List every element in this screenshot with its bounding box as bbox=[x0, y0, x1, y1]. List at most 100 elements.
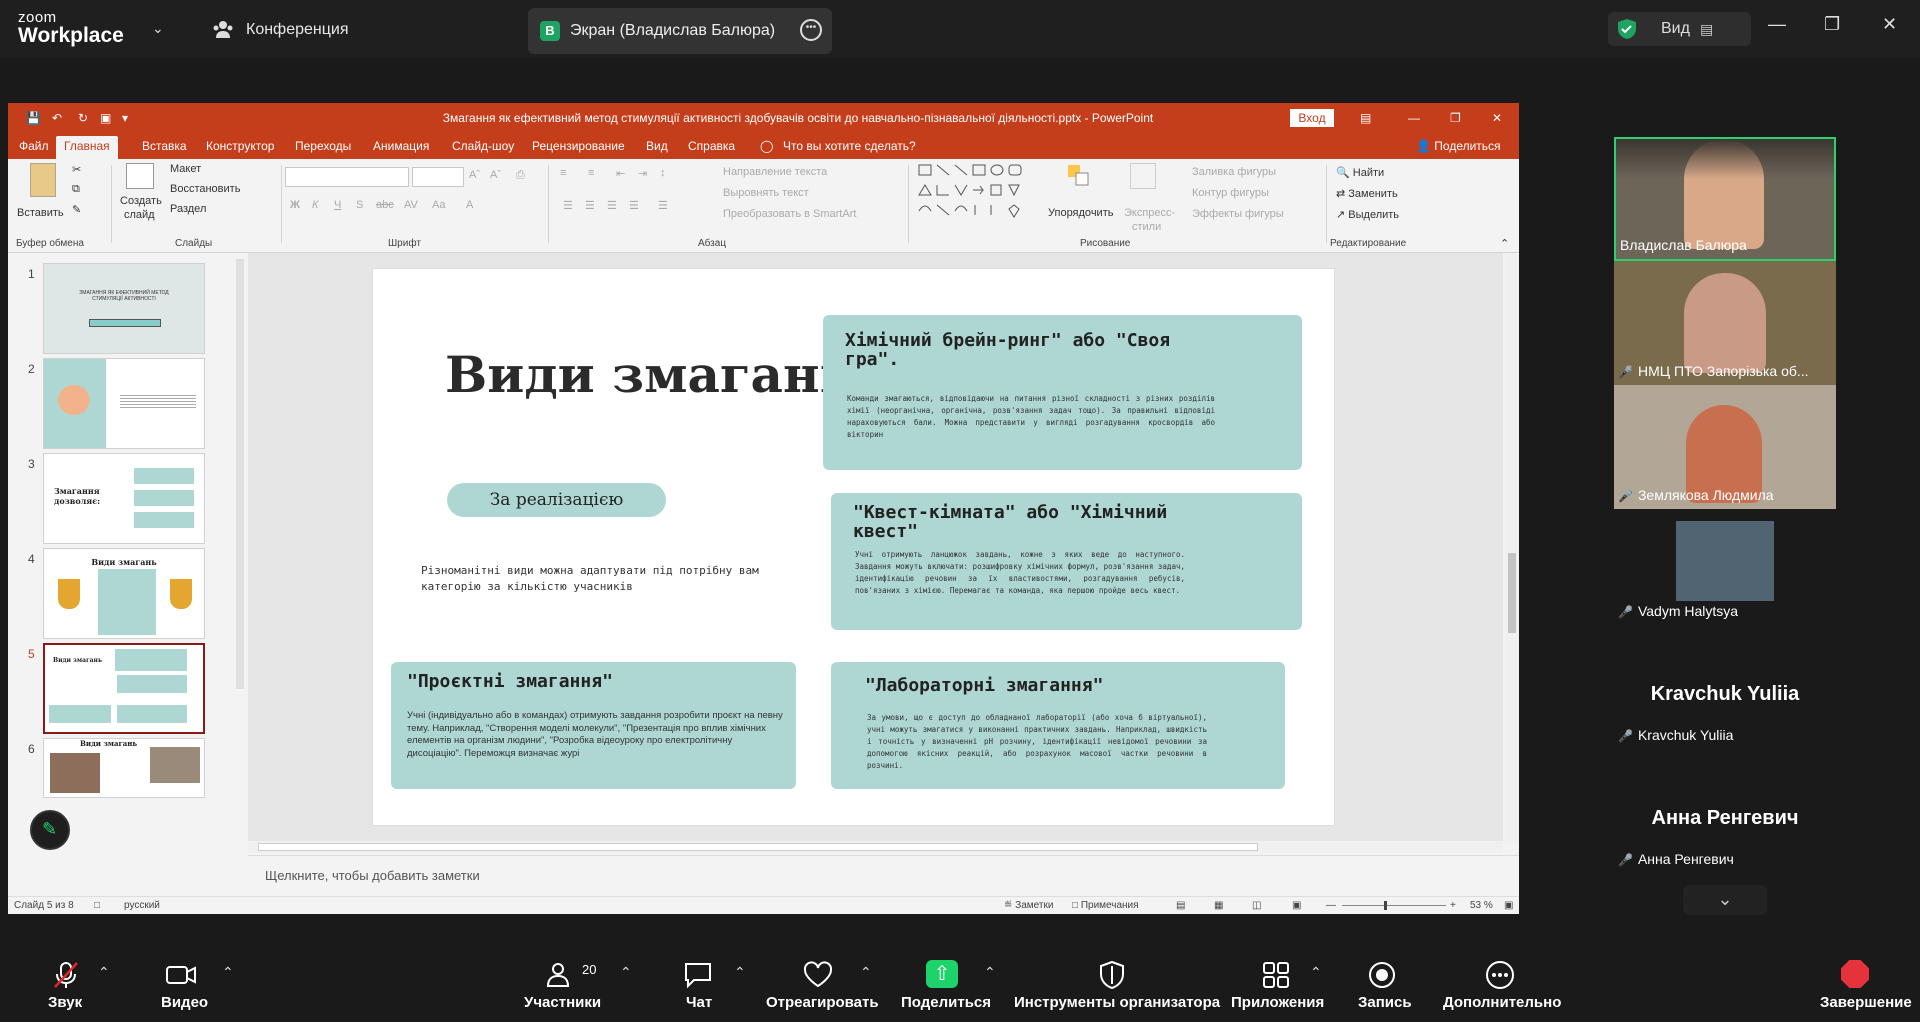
tab-help[interactable]: Справка bbox=[688, 139, 735, 153]
reset-button[interactable]: Восстановить bbox=[170, 183, 240, 195]
new-slide-label-2[interactable]: слайд bbox=[124, 209, 155, 221]
case-icon[interactable]: Aa bbox=[432, 199, 445, 211]
align-center-icon[interactable]: ☰ bbox=[585, 199, 595, 212]
collapse-ribbon-icon[interactable]: ⌃ bbox=[1500, 237, 1509, 250]
columns-icon[interactable]: ☰ bbox=[658, 199, 668, 212]
share-button[interactable]: 👤 Поделиться bbox=[1416, 139, 1501, 153]
restore-icon[interactable]: ❐ bbox=[1824, 14, 1840, 35]
more-label[interactable]: Дополнительно bbox=[1443, 994, 1561, 1011]
chat-icon[interactable] bbox=[682, 960, 714, 990]
shape-effects-button[interactable]: Эффекты фигуры bbox=[1192, 208, 1284, 220]
react-label[interactable]: Отреагировать bbox=[766, 994, 879, 1011]
close-icon[interactable]: ✕ bbox=[1882, 14, 1897, 35]
participants-icon[interactable] bbox=[545, 960, 577, 990]
apps-label[interactable]: Приложения bbox=[1231, 994, 1324, 1011]
font-size-select[interactable] bbox=[412, 167, 464, 187]
annotate-pen-button[interactable]: ✎ bbox=[30, 810, 70, 850]
indent-icon[interactable]: ⇥ bbox=[638, 167, 647, 180]
heart-icon[interactable] bbox=[802, 960, 834, 990]
tab-transitions[interactable]: Переходы bbox=[295, 139, 351, 153]
zoom-out-icon[interactable]: — bbox=[1326, 900, 1336, 911]
bullets-icon[interactable]: ≡ bbox=[560, 167, 566, 179]
numbering-icon[interactable]: ≡ bbox=[588, 167, 594, 179]
react-caret[interactable]: ⌃ bbox=[860, 964, 872, 981]
layout-button[interactable]: Макет bbox=[170, 163, 201, 175]
card-project-contests[interactable]: "Проєктні змагання" Учні (індивідуально … bbox=[391, 662, 796, 789]
tab-view[interactable]: Вид bbox=[646, 139, 668, 153]
slide-pill[interactable]: За реалізацією bbox=[447, 483, 666, 517]
zoom-slider[interactable] bbox=[1342, 901, 1446, 910]
video-tile[interactable]: 🎤 Vadym Halytsya bbox=[1614, 509, 1836, 633]
slide-thumbnail-5[interactable]: Види змагань bbox=[43, 643, 205, 734]
slide-title[interactable]: Види змагань bbox=[445, 345, 853, 404]
screen-share-tab[interactable]: В Экран (Владислав Балюра) ••• bbox=[528, 8, 832, 54]
thumb-scrollbar[interactable] bbox=[236, 259, 244, 689]
notes-pane[interactable]: Щелкните, чтобы добавить заметки bbox=[248, 855, 1519, 895]
apps-caret[interactable]: ⌃ bbox=[1310, 964, 1322, 981]
arrange-icon[interactable] bbox=[1066, 163, 1090, 187]
record-icon[interactable] bbox=[1366, 960, 1398, 990]
chat-caret[interactable]: ⌃ bbox=[734, 964, 746, 981]
mic-off-icon[interactable] bbox=[50, 960, 82, 990]
justify-icon[interactable]: ☰ bbox=[629, 199, 639, 212]
slide-thumbnail-3[interactable]: Змагання дозволяє: bbox=[43, 453, 205, 544]
apps-icon[interactable] bbox=[1260, 960, 1292, 990]
slide-thumbnail-2[interactable] bbox=[43, 358, 205, 449]
zoom-slider-thumb[interactable] bbox=[1384, 901, 1387, 910]
clear-format-icon[interactable]: ⎙ bbox=[516, 169, 525, 182]
card-lab-contests[interactable]: "Лабораторні змагання" За умови, що є до… bbox=[831, 662, 1285, 789]
align-right-icon[interactable]: ☰ bbox=[607, 199, 617, 212]
conference-label[interactable]: Конференция bbox=[246, 21, 349, 39]
chevron-down-icon[interactable]: ⌄ bbox=[1683, 885, 1767, 915]
video-tile[interactable]: 🎤 НМЦ ПТО Запорізька об... bbox=[1614, 261, 1836, 385]
align-text-button[interactable]: Выровнять текст bbox=[723, 187, 809, 199]
video-tile[interactable]: Kravchuk Yuliia 🎤 Kravchuk Yuliia bbox=[1614, 633, 1836, 757]
quick-styles-label-2[interactable]: стили bbox=[1132, 221, 1161, 233]
slide-subtitle[interactable]: Різноманітні види можна адаптувати під п… bbox=[421, 563, 801, 595]
save-icon[interactable]: 💾 bbox=[26, 111, 41, 125]
share-screen-icon[interactable]: ⇧ bbox=[926, 960, 958, 988]
font-color-icon[interactable]: A bbox=[466, 199, 473, 211]
shapes-gallery[interactable] bbox=[911, 161, 1043, 225]
tab-animations[interactable]: Анимация bbox=[373, 139, 429, 153]
paste-button[interactable]: Вставить bbox=[17, 207, 64, 219]
slide-thumbnail-1[interactable]: ЗМАГАННЯ ЯК ЕФЕКТИВНИЙ МЕТОД СТИМУЛЯЦІЇ … bbox=[43, 263, 205, 354]
find-button[interactable]: 🔍 Найти bbox=[1336, 166, 1384, 179]
share-caret[interactable]: ⌃ bbox=[984, 964, 996, 981]
participants-label[interactable]: Участники bbox=[524, 994, 601, 1011]
tab-review[interactable]: Рецензирование bbox=[532, 139, 625, 153]
customize-icon[interactable]: ▾ bbox=[122, 111, 128, 125]
fit-slide-icon[interactable]: ▣ bbox=[1504, 900, 1513, 911]
video-label[interactable]: Видео bbox=[161, 994, 208, 1011]
italic-icon[interactable]: К bbox=[312, 199, 318, 211]
video-tile[interactable]: 🎤 Землякова Людмила bbox=[1614, 385, 1836, 509]
video-tile[interactable]: Анна Ренгевич 🎤 Анна Ренгевич bbox=[1614, 757, 1836, 881]
underline-icon[interactable]: Ч bbox=[334, 199, 341, 211]
quick-styles-icon[interactable] bbox=[1130, 163, 1156, 189]
new-slide-label-1[interactable]: Создать bbox=[120, 195, 162, 207]
shape-outline-button[interactable]: Контур фигуры bbox=[1192, 187, 1269, 199]
scroll-thumb[interactable] bbox=[1508, 553, 1516, 633]
audio-options-caret[interactable]: ⌃ bbox=[98, 964, 110, 981]
zoom-in-icon[interactable]: + bbox=[1450, 900, 1456, 911]
audio-label[interactable]: Звук bbox=[48, 994, 82, 1011]
slide-thumbnail-6[interactable]: Види змагань bbox=[43, 738, 205, 798]
ppt-minimize-icon[interactable]: — bbox=[1408, 111, 1420, 125]
shape-fill-button[interactable]: Заливка фигуры bbox=[1192, 166, 1276, 178]
tab-insert[interactable]: Вставка bbox=[142, 139, 187, 153]
sorter-view-icon[interactable]: ▦ bbox=[1214, 900, 1223, 911]
replace-button[interactable]: ⇄ Заменить bbox=[1336, 187, 1398, 200]
sign-in-button[interactable]: Вход bbox=[1290, 109, 1334, 127]
text-direction-button[interactable]: Направление текста bbox=[723, 166, 827, 178]
paste-icon[interactable] bbox=[30, 163, 56, 197]
font-family-select[interactable] bbox=[285, 167, 409, 187]
slideshow-view-icon[interactable]: ▣ bbox=[1292, 900, 1301, 911]
tab-design[interactable]: Конструктор bbox=[206, 139, 274, 153]
more-icon[interactable] bbox=[1484, 960, 1516, 990]
camera-icon[interactable] bbox=[165, 960, 197, 990]
more-icon[interactable]: ••• bbox=[800, 19, 822, 41]
ppt-close-icon[interactable]: ✕ bbox=[1492, 111, 1502, 125]
slide-thumbnail-4[interactable]: Види змагань bbox=[43, 548, 205, 639]
tab-home[interactable]: Главная bbox=[56, 136, 118, 159]
end-label[interactable]: Завершение bbox=[1820, 994, 1912, 1011]
